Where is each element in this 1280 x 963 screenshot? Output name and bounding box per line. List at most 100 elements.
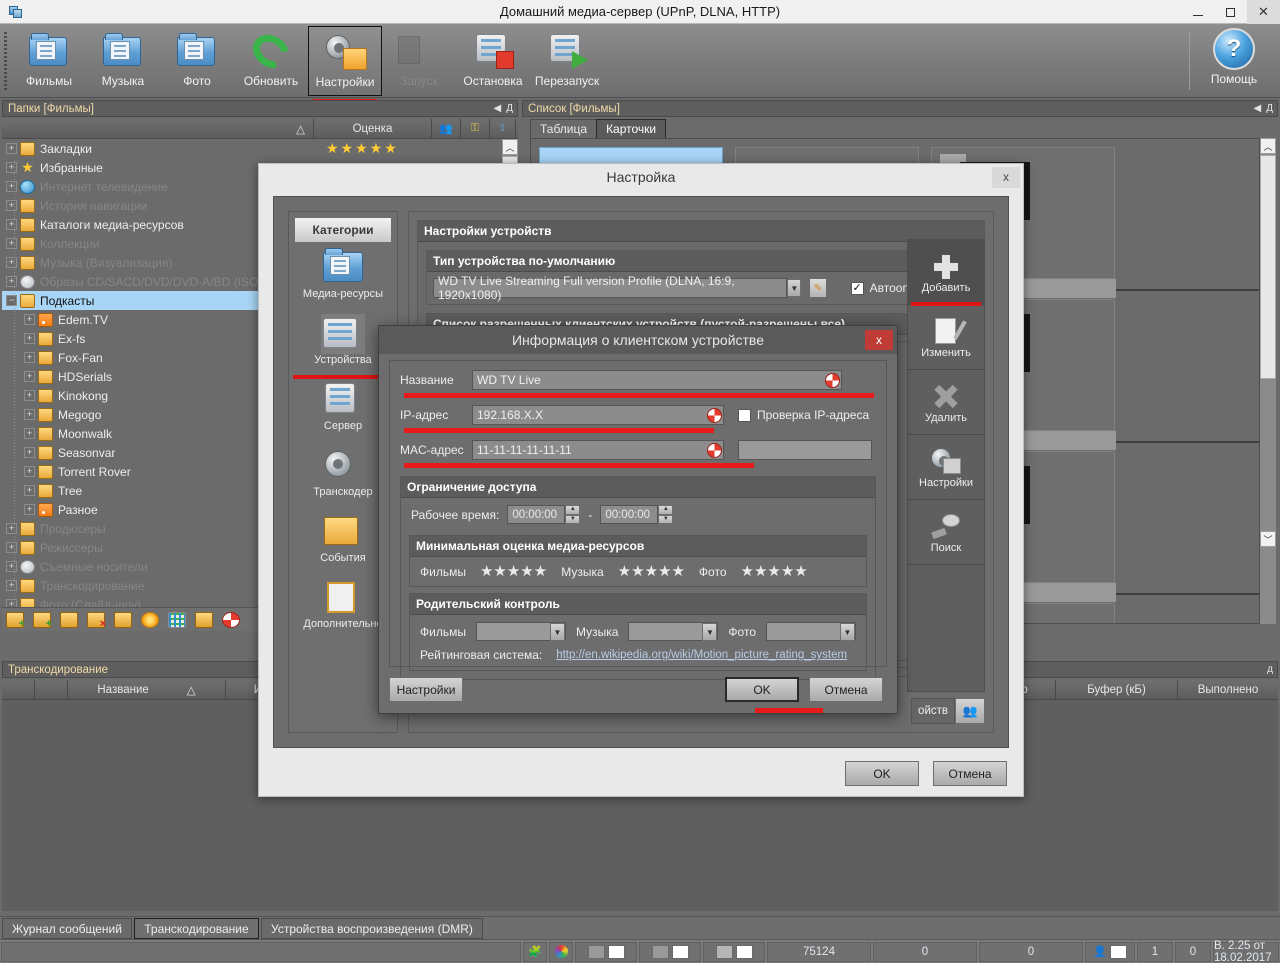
scroll-down-icon[interactable]: ﹀ [1260,531,1276,547]
tree-col-rating[interactable]: Оценка [314,119,432,138]
scroll-up-icon[interactable]: ︿ [502,139,518,155]
mac-input[interactable]: 11-11-11-11-11-11 [472,440,724,460]
expand-toggle-icon[interactable]: + [6,257,17,268]
minimize-button[interactable] [1181,0,1214,24]
share-folder-icon[interactable] [195,612,213,628]
collapse-toggle-icon[interactable]: − [6,295,17,306]
expand-toggle-icon[interactable]: + [24,485,35,496]
device-profile-value[interactable]: WD TV Live Streaming Full version Profil… [433,278,787,298]
toolbar-button-photo[interactable]: Фото [160,26,234,96]
ip-input[interactable]: 192.168.X.X [472,405,724,425]
toolbar-button-music[interactable]: Музыка [86,26,160,96]
toggle-1[interactable] [575,942,637,962]
sun-icon[interactable] [141,612,159,628]
close-button[interactable]: ✕ [1247,0,1280,24]
expand-toggle-icon[interactable]: + [6,162,17,173]
parental-movies-select[interactable]: ▼ [476,622,566,641]
puzzle-icon[interactable]: 🧩 [523,942,547,962]
expand-toggle-icon[interactable]: + [24,352,35,363]
settings-dialog-close-icon[interactable]: x [992,167,1020,188]
work-time-from-spinner[interactable]: 00:00:00 ▲▼ [507,505,580,524]
edit-device-button[interactable]: Изменить [908,305,984,370]
users-icon[interactable]: 👥 [432,119,461,138]
folders-panel-controls[interactable]: ◀Д [494,103,513,114]
toolbar-button-help[interactable]: ? Помощь [1196,28,1272,94]
scroll-up-icon[interactable]: ︿ [1260,138,1276,154]
edit-folder-icon[interactable] [60,612,78,628]
category-media-resources[interactable]: Медиа-ресурсы [289,246,397,312]
mac-extra-input[interactable] [738,440,872,460]
expand-toggle-icon[interactable]: + [24,466,35,477]
tree-col-name[interactable]: △ [2,119,314,138]
tree-item-[interactable]: +Закладки★★★★★ [2,139,500,158]
checkbox-box[interactable]: ✓ [851,282,864,295]
toolbar-button-movies[interactable]: Фильмы [12,26,86,96]
lifebuoy-icon[interactable] [705,440,724,460]
tr-col-blank1[interactable] [2,680,35,699]
device-settings-button[interactable]: Настройки [908,435,984,500]
toolbar-grip[interactable] [4,32,7,90]
expand-toggle-icon[interactable]: + [24,409,35,420]
expand-toggle-icon[interactable]: + [6,143,17,154]
expand-toggle-icon[interactable]: + [6,219,17,230]
client-settings-button[interactable]: Настройки [389,677,463,702]
chevron-down-icon[interactable]: ▼ [702,623,717,641]
key-icon[interactable]: ⚿ [461,119,490,138]
client-ok-button[interactable]: OK [725,677,799,702]
client-cancel-button[interactable]: Отмена [809,677,883,702]
expand-toggle-icon[interactable]: + [6,181,17,192]
expand-toggle-icon[interactable]: + [24,314,35,325]
rating-system-link[interactable]: http://en.wikipedia.org/wiki/Motion_pict… [556,649,847,661]
spinner-arrows[interactable]: ▲▼ [565,505,580,524]
toggle-2[interactable] [639,942,701,962]
add-archive-icon[interactable]: + [6,612,24,628]
blue-arrow-icon[interactable]: ⇧ [490,119,516,138]
expand-toggle-icon[interactable]: + [24,504,35,515]
add-folder-icon[interactable]: + [33,612,51,628]
expand-toggle-icon[interactable]: + [24,390,35,401]
tr-col-name[interactable]: Название△ [68,680,226,699]
chevron-down-icon[interactable]: ▼ [787,279,801,297]
expand-toggle-icon[interactable]: + [6,200,17,211]
client-dialog-close-icon[interactable]: x [865,330,893,350]
scroll-thumb[interactable] [1260,155,1276,379]
tr-col-buffer[interactable]: Буфер (кБ) [1056,680,1178,699]
tr-col-done[interactable]: Выполнено [1178,680,1278,699]
pin-icon[interactable]: Д [506,103,513,114]
toolbar-button-refresh[interactable]: Обновить [234,26,308,96]
lifebuoy-icon[interactable] [705,405,724,425]
tr-col-blank2[interactable] [35,680,68,699]
toolbar-button-stop[interactable]: Остановка [456,26,530,96]
bottom-tab-transcoding[interactable]: Транскодирование [134,918,258,939]
expand-toggle-icon[interactable]: + [24,447,35,458]
expand-toggle-icon[interactable]: + [6,580,17,591]
expand-toggle-icon[interactable]: + [6,276,17,287]
settings-cancel-button[interactable]: Отмена [933,761,1007,786]
expand-toggle-icon[interactable]: + [6,238,17,249]
expand-toggle-icon[interactable]: + [6,542,17,553]
collapse-arrow-icon[interactable]: ◀ [494,103,502,114]
expand-toggle-icon[interactable]: + [6,523,17,534]
toggle-3[interactable] [703,942,765,962]
rating-photo-stars[interactable]: ★★★★★ [741,564,808,579]
work-time-to-value[interactable]: 00:00:00 [600,505,658,524]
cloud-folder-icon[interactable] [114,612,132,628]
lifebuoy-icon[interactable] [823,370,842,390]
list-scrollbar[interactable]: ︿ ﹀ [1260,138,1276,624]
delete-device-button[interactable]: Удалить [908,370,984,435]
bottom-tab-message-log[interactable]: Журнал сообщений [2,918,132,939]
checkbox-box[interactable] [738,409,751,422]
tab-table[interactable]: Таблица [530,119,597,138]
color-wheel-icon[interactable] [549,942,573,962]
work-time-to-spinner[interactable]: 00:00:00 ▲▼ [600,505,673,524]
expand-toggle-icon[interactable]: + [24,371,35,382]
search-device-button[interactable]: Поиск [908,500,984,565]
settings-ok-button[interactable]: OK [845,761,919,786]
grid-icon[interactable] [168,612,186,628]
toolbar-button-settings[interactable]: Настройки [308,26,382,96]
parental-music-select[interactable]: ▼ [628,622,718,641]
delete-folder-icon[interactable]: × [87,612,105,628]
bottom-tab-dmr-devices[interactable]: Устройства воспроизведения (DMR) [261,918,483,939]
wrench-icon[interactable]: ✎ [809,278,826,298]
toolbar-button-restart[interactable]: Перезапуск [530,26,604,96]
